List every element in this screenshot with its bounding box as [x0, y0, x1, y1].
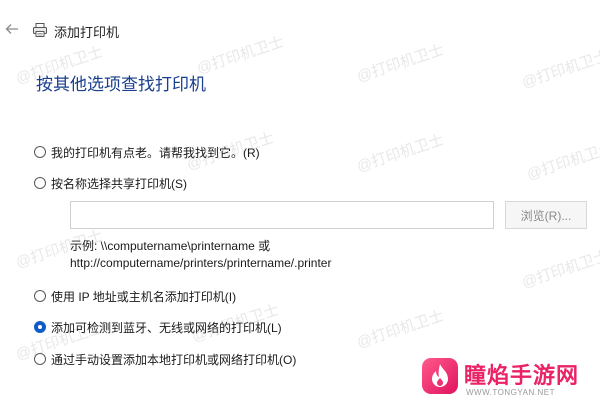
window-titlebar: 添加打印机	[0, 18, 600, 42]
watermark: @打印机卫士	[519, 47, 600, 92]
option-old-printer[interactable]: 我的打印机有点老。请帮我找到它。(R)	[34, 143, 260, 161]
brand-url: WWW.TONGYAN.NET	[466, 388, 555, 397]
option-label: 我的打印机有点老。请帮我找到它。(R)	[51, 145, 260, 160]
example-text-line1: 示例: \\computername\printername 或	[70, 239, 271, 253]
radio-button[interactable]	[34, 177, 46, 189]
example-text-line2: http://computername/printers/printername…	[70, 256, 332, 270]
option-ip-hostname[interactable]: 使用 IP 地址或主机名添加打印机(I)	[34, 287, 236, 305]
option-label: 添加可检测到蓝牙、无线或网络的打印机(L)	[51, 320, 282, 335]
watermark: @打印机卫士	[354, 131, 446, 176]
watermark: @打印机卫士	[354, 307, 446, 352]
page-heading: 按其他选项查找打印机	[36, 75, 206, 94]
radio-button[interactable]	[34, 353, 46, 365]
radio-button[interactable]	[34, 321, 46, 333]
watermark: @打印机卫士	[524, 139, 600, 184]
brand-name: 瞳焰手游网	[464, 363, 580, 388]
option-label: 按名称选择共享打印机(S)	[51, 176, 187, 191]
watermark: @打印机卫士	[354, 41, 446, 86]
option-shared-printer-by-name[interactable]: 按名称选择共享打印机(S)	[34, 174, 187, 192]
radio-button[interactable]	[34, 146, 46, 158]
shared-printer-name-input[interactable]	[70, 201, 494, 229]
option-manual-local-network[interactable]: 通过手动设置添加本地打印机或网络打印机(O)	[34, 350, 296, 368]
radio-button[interactable]	[34, 290, 46, 302]
flame-logo-icon	[422, 358, 458, 394]
option-bluetooth-wireless-network[interactable]: 添加可检测到蓝牙、无线或网络的打印机(L)	[34, 318, 282, 336]
back-arrow-icon[interactable]	[4, 21, 20, 37]
printer-icon	[33, 23, 47, 37]
option-label: 通过手动设置添加本地打印机或网络打印机(O)	[51, 352, 297, 367]
browse-button[interactable]: 浏览(R)...	[505, 201, 587, 229]
brand-watermark: 瞳焰手游网 WWW.TONGYAN.NET	[422, 356, 594, 402]
watermark: @打印机卫士	[519, 247, 600, 292]
option-label: 使用 IP 地址或主机名添加打印机(I)	[51, 289, 237, 304]
window-title: 添加打印机	[54, 25, 120, 40]
